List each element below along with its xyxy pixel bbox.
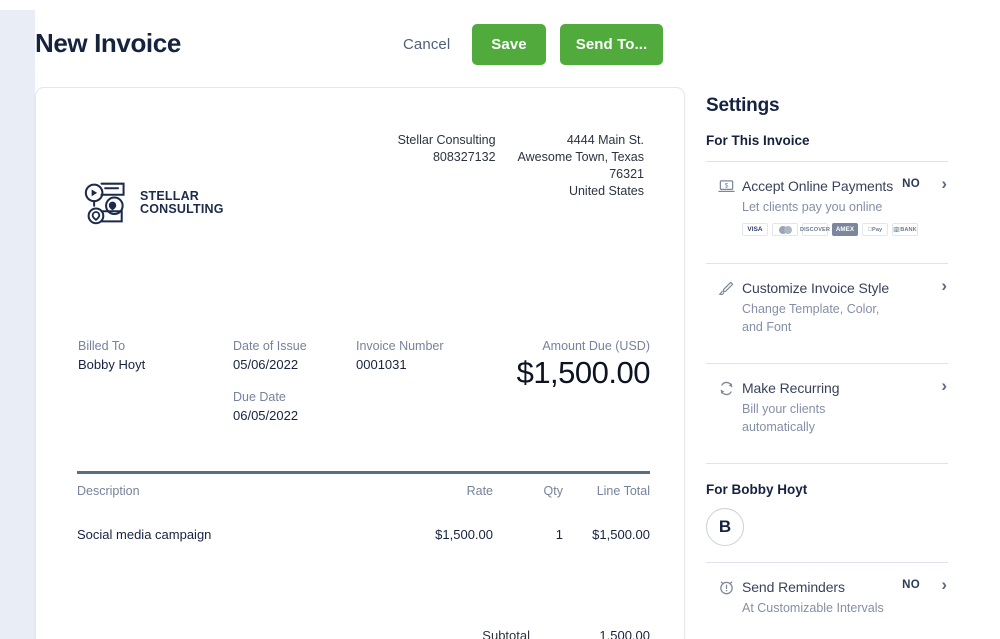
settings-section-invoice-label: For This Invoice bbox=[706, 133, 810, 148]
avatar[interactable]: B bbox=[706, 508, 744, 546]
sender-address-line1: 4444 Main St. bbox=[566, 133, 644, 147]
mastercard-circle-right bbox=[783, 225, 792, 234]
svg-text:$: $ bbox=[725, 182, 729, 189]
setting-title: Send Reminders bbox=[742, 579, 845, 595]
sender-address-line2: Awesome Town, Texas bbox=[517, 150, 644, 164]
column-header-description: Description bbox=[77, 484, 140, 498]
column-header-qty: Qty bbox=[543, 484, 563, 498]
column-header-line-total: Line Total bbox=[596, 484, 650, 498]
line-items-table: Description Rate Qty Line Total Social m… bbox=[77, 484, 650, 558]
setting-description: Change Template, Color, and Font bbox=[742, 302, 880, 334]
table-header-row: Description Rate Qty Line Total bbox=[77, 484, 650, 515]
visa-icon[interactable]: VISA bbox=[742, 223, 768, 236]
invoice-number-value: 0001031 bbox=[356, 357, 407, 372]
sender-company-block: Stellar Consulting 808327132 bbox=[398, 132, 496, 166]
left-rail bbox=[0, 0, 35, 639]
billed-to-label: Billed To bbox=[78, 339, 126, 353]
setting-text-block: Customize Invoice Style Change Template,… bbox=[742, 279, 948, 336]
settings-panel: Settings For This Invoice $ Accept Onlin… bbox=[706, 95, 948, 639]
mastercard-icon[interactable] bbox=[772, 223, 798, 236]
setting-description: Bill your clients automatically bbox=[742, 402, 826, 434]
refresh-recurring-icon bbox=[718, 380, 735, 397]
bank-icon[interactable]: 🏢 BANK bbox=[892, 223, 918, 236]
due-date-label: Due Date bbox=[233, 390, 286, 404]
discover-icon[interactable]: DISCOVER bbox=[800, 223, 830, 236]
company-logo-text: STELLAR CONSULTING bbox=[140, 190, 224, 216]
invoice-number-label: Invoice Number bbox=[356, 339, 444, 353]
amount-due-label: Amount Due (USD) bbox=[542, 339, 650, 353]
subtotal-label: Subtotal bbox=[482, 628, 530, 639]
date-of-issue-field[interactable]: Date of Issue 05/06/2022 bbox=[233, 338, 307, 374]
setting-title: Make Recurring bbox=[742, 380, 840, 396]
setting-description: Let clients pay you online bbox=[742, 200, 883, 214]
logo-text-line2: CONSULTING bbox=[140, 202, 224, 216]
cancel-button[interactable]: Cancel bbox=[395, 26, 458, 63]
invoice-number-field[interactable]: Invoice Number 0001031 bbox=[356, 338, 444, 374]
alarm-clock-icon bbox=[718, 579, 735, 596]
left-rail-top-cap bbox=[0, 0, 35, 10]
setting-text-block: Make Recurring Bill your clients automat… bbox=[742, 379, 948, 436]
page-title: New Invoice bbox=[35, 28, 181, 58]
cell-qty: 1 bbox=[555, 527, 563, 542]
due-date-value: 06/05/2022 bbox=[233, 408, 299, 423]
sender-company-name: Stellar Consulting bbox=[397, 133, 496, 147]
sender-postal-code: 76321 bbox=[609, 167, 644, 181]
setting-accept-online-payments[interactable]: $ Accept Online Payments Let clients pay… bbox=[706, 162, 948, 250]
send-to-button[interactable]: Send To... bbox=[559, 24, 664, 65]
sender-address-block: 4444 Main St. Awesome Town, Texas 76321 … bbox=[518, 132, 644, 200]
chevron-right-icon[interactable]: › bbox=[941, 277, 947, 294]
invoice-preview-card[interactable]: Stellar Consulting 808327132 4444 Main S… bbox=[35, 87, 685, 639]
invoice-sender-block: Stellar Consulting 808327132 4444 Main S… bbox=[398, 132, 644, 200]
apple-pay-label: Pay bbox=[869, 226, 882, 233]
status-badge: NO bbox=[902, 579, 920, 591]
payment-method-icons[interactable]: VISA DISCOVER AMEX Pay 🏢BANK bbox=[742, 223, 918, 236]
cell-line-total: $1,500.00 bbox=[592, 527, 650, 542]
amex-icon[interactable]: AMEX bbox=[832, 223, 858, 236]
amount-due-value: $1,500.00 bbox=[516, 355, 651, 390]
invoice-editor-page: New Invoice Cancel Save Send To... Stell… bbox=[0, 0, 1000, 639]
billed-to-value: Bobby Hoyt bbox=[78, 357, 146, 372]
setting-customize-invoice-style[interactable]: Customize Invoice Style Change Template,… bbox=[706, 264, 948, 350]
due-date-field[interactable]: Due Date 06/05/2022 bbox=[233, 389, 298, 425]
bank-label: BANK bbox=[900, 226, 917, 233]
apple-pay-icon[interactable]: Pay bbox=[862, 223, 888, 236]
cell-rate: $1,500.00 bbox=[435, 527, 493, 542]
top-toolbar: New Invoice Cancel Save Send To... bbox=[35, 0, 1000, 87]
subtotal-value: 1,500.00 bbox=[599, 628, 650, 639]
items-table-top-rule bbox=[77, 471, 650, 474]
paintbrush-icon bbox=[718, 280, 735, 297]
toolbar-actions: Cancel Save Send To... bbox=[395, 24, 664, 65]
sender-tax-id: 808327132 bbox=[432, 150, 496, 164]
sender-country: United States bbox=[568, 184, 644, 198]
setting-title: Customize Invoice Style bbox=[742, 280, 890, 296]
setting-send-reminders[interactable]: Send Reminders At Customizable Intervals… bbox=[706, 563, 948, 631]
chevron-right-icon[interactable]: › bbox=[941, 377, 947, 394]
cell-description: Social media campaign bbox=[77, 527, 212, 542]
column-header-rate: Rate bbox=[466, 484, 493, 498]
settings-section-client-label: For Bobby Hoyt bbox=[706, 482, 808, 497]
table-row[interactable]: Social media campaign $1,500.00 1 $1,500… bbox=[77, 527, 650, 558]
company-logo[interactable]: STELLAR CONSULTING bbox=[81, 180, 224, 226]
status-badge: NO bbox=[902, 178, 920, 190]
setting-make-recurring[interactable]: Make Recurring Bill your clients automat… bbox=[706, 364, 948, 450]
date-of-issue-value: 05/06/2022 bbox=[233, 357, 299, 372]
save-button[interactable]: Save bbox=[472, 24, 546, 65]
date-of-issue-label: Date of Issue bbox=[233, 339, 307, 353]
chevron-right-icon[interactable]: › bbox=[941, 175, 947, 192]
setting-title: Accept Online Payments bbox=[742, 178, 894, 194]
social-media-logo-icon bbox=[84, 182, 125, 225]
amount-due-field: Amount Due (USD) $1,500.00 bbox=[516, 338, 651, 391]
billed-to-field[interactable]: Billed To Bobby Hoyt bbox=[78, 338, 145, 374]
chevron-right-icon[interactable]: › bbox=[941, 576, 947, 593]
laptop-payment-icon: $ bbox=[718, 178, 735, 195]
setting-description: At Customizable Intervals bbox=[742, 601, 884, 615]
settings-title: Settings bbox=[706, 95, 780, 116]
